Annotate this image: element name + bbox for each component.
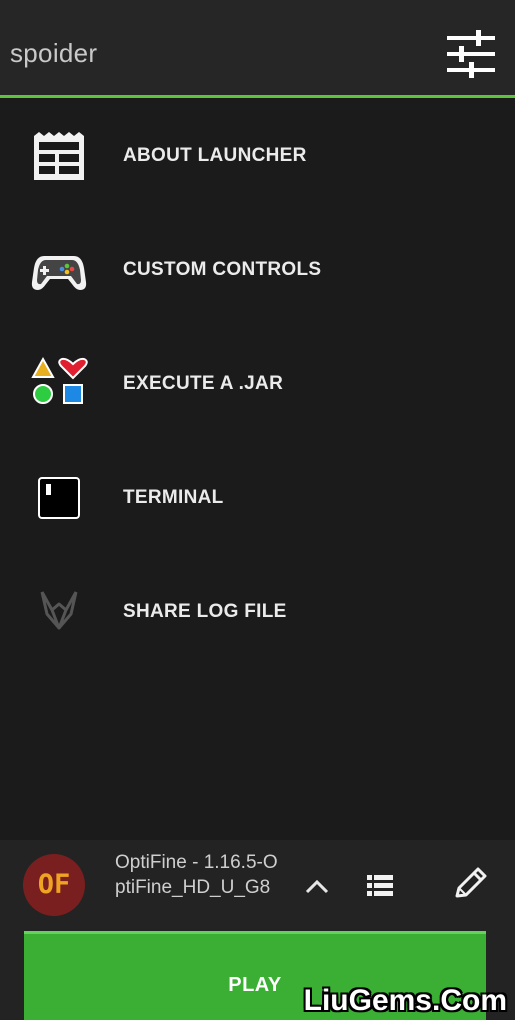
pencil-icon [455, 867, 487, 898]
shapes-icon [30, 356, 88, 414]
chevron-up-icon [305, 879, 329, 894]
gamepad-icon [30, 242, 88, 300]
sliders-icon [447, 30, 495, 78]
optifine-logo-text: OF [37, 869, 71, 900]
top-bar: spoider [0, 0, 515, 98]
menu-label-custom-controls: CUSTOM CONTROLS [123, 259, 322, 280]
menu-item-about-launcher[interactable]: ABOUT LAUNCHER [0, 98, 515, 212]
menu-label-share-log-file: SHARE LOG FILE [123, 601, 287, 622]
account-username[interactable]: spoider [10, 38, 97, 69]
side-menu: ABOUT LAUNCHER CUSTOM CONTROLS EXECUTE A… [0, 98, 515, 668]
settings-button[interactable] [445, 28, 497, 80]
news-icon [30, 128, 88, 186]
profile-avatar[interactable]: OF [23, 854, 85, 916]
menu-item-share-log-file[interactable]: SHARE LOG FILE [0, 554, 515, 668]
launcher-screen: spoider ABOUT LAUNCHER CUSTOM CONTROLS E… [0, 0, 515, 1020]
menu-item-custom-controls[interactable]: CUSTOM CONTROLS [0, 212, 515, 326]
list-icon [367, 875, 393, 896]
expand-profiles-button[interactable] [300, 870, 334, 904]
menu-label-execute-jar: EXECUTE A .JAR [123, 373, 284, 394]
share-icon [30, 584, 88, 642]
menu-label-terminal: TERMINAL [123, 487, 224, 508]
menu-label-about-launcher: ABOUT LAUNCHER [123, 145, 307, 166]
edit-profile-button[interactable] [450, 864, 490, 904]
menu-item-execute-jar[interactable]: EXECUTE A .JAR [0, 326, 515, 440]
watermark-text: LiuGems.Com [303, 984, 507, 1017]
menu-item-terminal[interactable]: TERMINAL [0, 440, 515, 554]
profile-name[interactable]: OptiFine - 1.16.5-OptiFine_HD_U_G8 [115, 850, 285, 900]
profile-list-button[interactable] [364, 870, 396, 902]
terminal-icon [30, 470, 88, 528]
